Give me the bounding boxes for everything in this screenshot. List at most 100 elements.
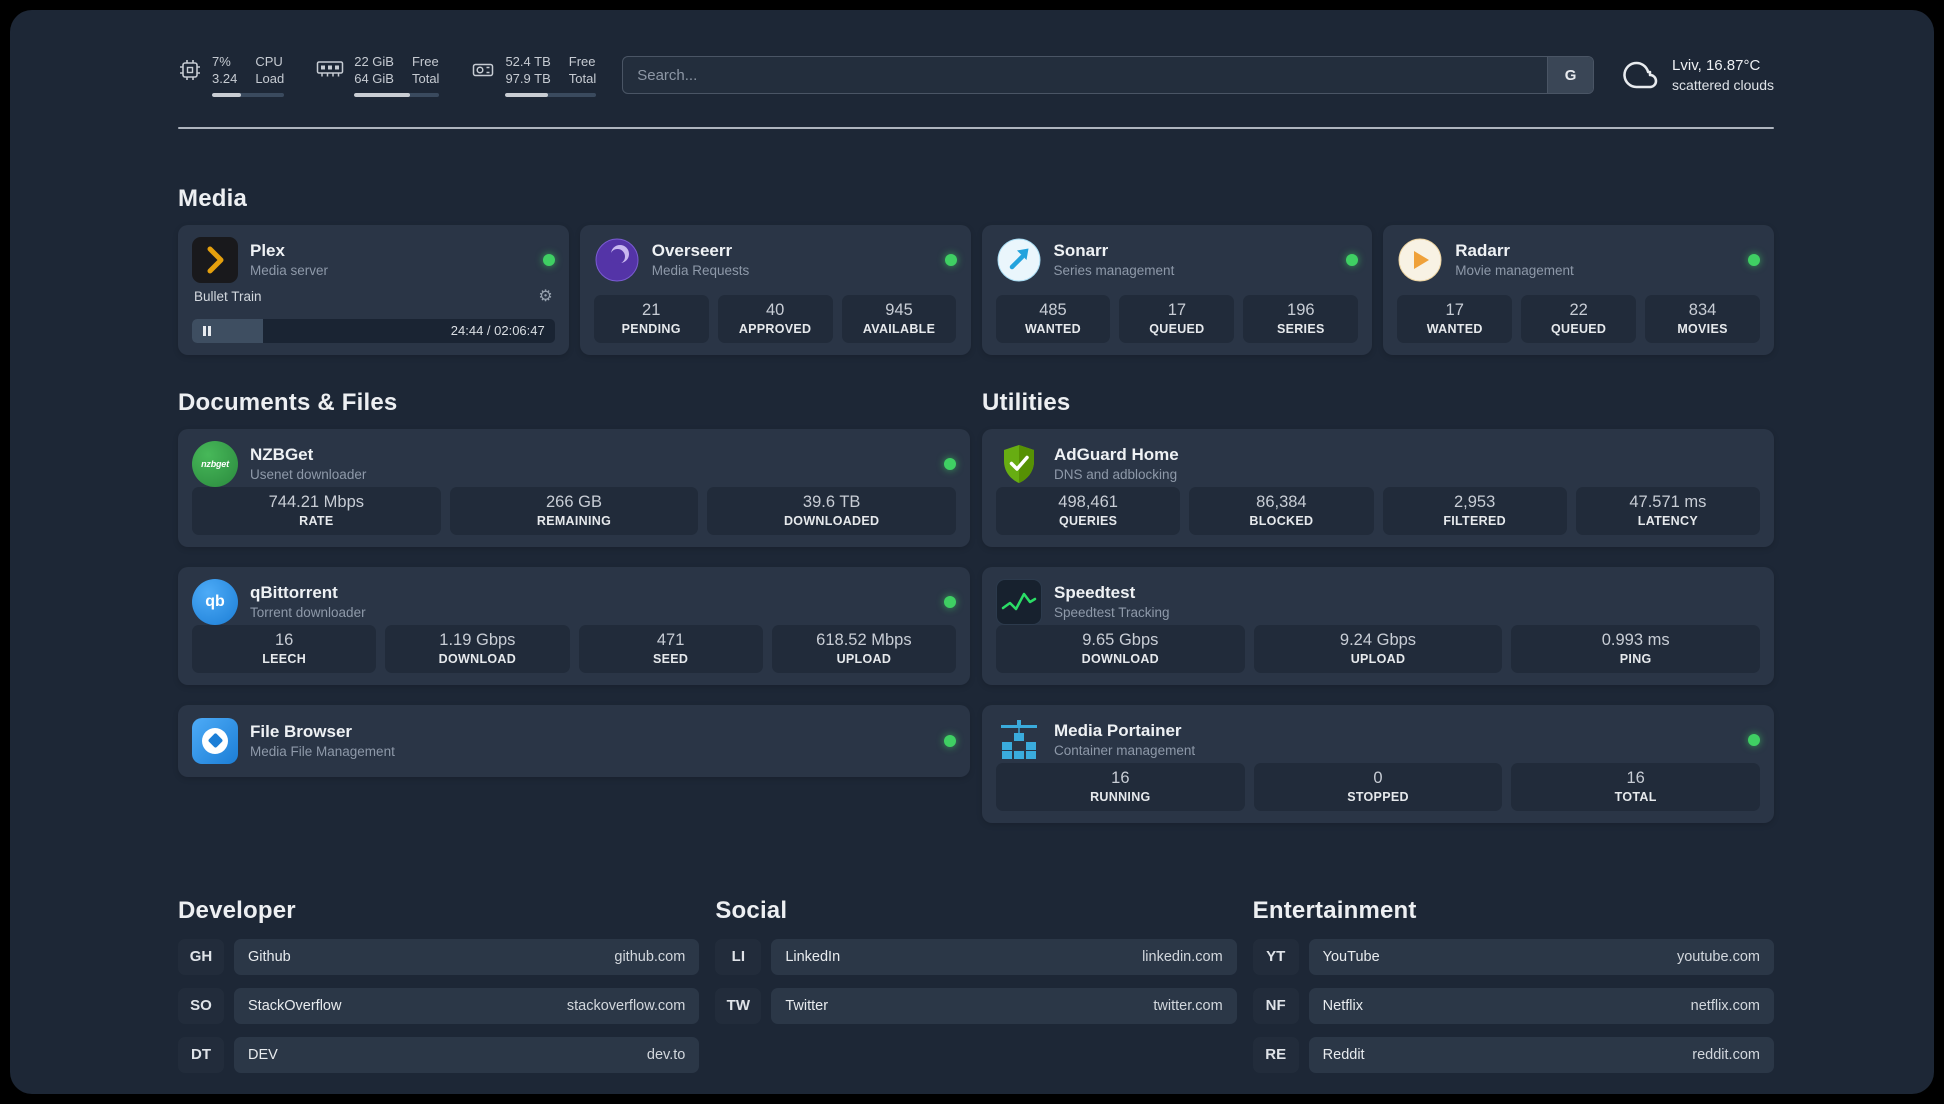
link-name: StackOverflow — [248, 997, 342, 1014]
section-title-media: Media — [178, 184, 248, 212]
adguard-card[interactable]: AdGuard Home DNS and adblocking 498,461 … — [982, 428, 1774, 547]
sonarr-card[interactable]: Sonarr Series management 485 WANTED 17 Q… — [981, 224, 1373, 355]
qbittorrent-card[interactable]: qb qBittorrent Torrent downloader 16 LEE… — [178, 566, 970, 685]
search-bar[interactable]: G — [622, 56, 1595, 95]
card-header: Overseerr Media Requests — [594, 237, 957, 283]
stat-tile: 266 GB REMAINING — [449, 486, 699, 535]
app-subtitle: Movie management — [1455, 263, 1574, 279]
top-bar: 7% 3.24 CPU Load 22 GiB 64 GiB Free Tota… — [178, 54, 1774, 97]
overseerr-icon — [594, 237, 640, 283]
stat-tile: 39.6 TB DOWNLOADED — [707, 486, 956, 535]
radarr-card[interactable]: Radarr Movie management 17 WANTED 22 QUE… — [1383, 224, 1774, 355]
stat-label: LEECH — [262, 652, 307, 667]
system-monitors: 7% 3.24 CPU Load 22 GiB 64 GiB Free Tota… — [178, 54, 597, 97]
link-twitter[interactable]: TW Twitter twitter.com — [715, 987, 1237, 1024]
link-name: YouTube — [1322, 948, 1380, 965]
section-title-documents: Documents & Files — [178, 388, 398, 416]
weather-condition: scattered clouds — [1672, 77, 1774, 94]
app-name: Media Portainer — [1054, 721, 1182, 741]
section-title-social: Social — [715, 896, 788, 924]
cpu-monitor: 7% 3.24 CPU Load — [178, 54, 285, 97]
stat-label: FILTERED — [1443, 514, 1506, 529]
app-titles: qBittorrent Torrent downloader — [250, 583, 366, 620]
app-name: Plex — [250, 241, 285, 261]
memory-readout: 22 GiB 64 GiB Free Total — [354, 54, 440, 97]
link-name: Github — [248, 948, 291, 965]
link-netflix[interactable]: NF Netflix netflix.com — [1252, 987, 1774, 1024]
stat-value: 0.993 ms — [1601, 631, 1670, 650]
search-engine-button[interactable]: G — [1547, 57, 1594, 94]
section-title-entertainment: Entertainment — [1252, 896, 1417, 924]
stat-label: WANTED — [1024, 322, 1081, 337]
link-bar: DEV dev.to — [234, 1036, 700, 1073]
link-youtube[interactable]: YT YouTube youtube.com — [1252, 938, 1774, 975]
app-subtitle: Media server — [250, 263, 329, 279]
stat-label: PING — [1619, 652, 1652, 667]
cpu-progress-bar — [212, 92, 285, 97]
card-header: Media Portainer Container management — [996, 717, 1760, 763]
stat-tile: 21 PENDING — [593, 294, 709, 343]
dashboard: 7% 3.24 CPU Load 22 GiB 64 GiB Free Tota… — [10, 10, 1934, 1094]
stat-value: 196 — [1287, 301, 1315, 320]
portainer-card[interactable]: Media Portainer Container management 16 … — [982, 704, 1774, 823]
disk-progress-bar — [505, 92, 597, 97]
plex-card[interactable]: Plex Media server Bullet Train ⚙ 24:44 /… — [178, 224, 569, 355]
gear-icon[interactable]: ⚙ — [538, 288, 552, 305]
playback-time: 24:44 / 02:06:47 — [450, 323, 545, 339]
link-dev[interactable]: DT DEV dev.to — [178, 1036, 700, 1073]
link-name: Netflix — [1322, 997, 1363, 1014]
card-header: AdGuard Home DNS and adblocking — [996, 441, 1760, 487]
stat-label: RUNNING — [1090, 790, 1151, 805]
stat-label: QUEUED — [1550, 322, 1607, 337]
stat-tile: 9.24 Gbps UPLOAD — [1253, 624, 1503, 673]
stat-value: 618.52 Mbps — [816, 631, 912, 650]
nzbget-card[interactable]: nzbget NZBGet Usenet downloader 744.21 M… — [178, 428, 970, 547]
stat-tile: 40 APPROVED — [717, 294, 833, 343]
link-bar: StackOverflow stackoverflow.com — [234, 987, 700, 1024]
link-badge: GH — [178, 938, 224, 975]
stat-tile: 16 TOTAL — [1511, 762, 1760, 811]
link-bar: Github github.com — [234, 938, 700, 975]
memory-progress-bar — [354, 92, 440, 97]
memory-monitor: 22 GiB 64 GiB Free Total — [316, 54, 440, 97]
stat-value: 22 — [1569, 301, 1588, 320]
now-playing-row: Bullet Train ⚙ — [192, 283, 555, 311]
stat-value: 17 — [1445, 301, 1464, 320]
stat-label: STOPPED — [1347, 790, 1409, 805]
disk-monitor: 52.4 TB 97.9 TB Free Total — [471, 54, 597, 97]
stat-value: 266 GB — [546, 493, 602, 512]
stat-value: 744.21 Mbps — [268, 493, 365, 512]
overseerr-card[interactable]: Overseerr Media Requests 21 PENDING 40 A… — [579, 224, 971, 355]
link-stackoverflow[interactable]: SO StackOverflow stackoverflow.com — [178, 987, 700, 1024]
speedtest-card[interactable]: Speedtest Speedtest Tracking 9.65 Gbps D… — [982, 566, 1774, 685]
memory-total-value: 64 GiB — [354, 70, 394, 86]
cpu-readout: 7% 3.24 CPU Load — [212, 54, 285, 97]
search-input[interactable] — [623, 57, 1548, 94]
status-dot — [944, 595, 956, 608]
card-header: Sonarr Series management — [996, 237, 1359, 283]
stat-label: UPLOAD — [836, 652, 892, 667]
stat-label: AVAILABLE — [862, 322, 936, 337]
stat-label: QUEUED — [1149, 322, 1205, 337]
link-url: github.com — [614, 948, 686, 965]
stat-label: SERIES — [1276, 322, 1325, 337]
app-titles: File Browser Media File Management — [250, 722, 395, 759]
link-reddit[interactable]: RE Reddit reddit.com — [1252, 1036, 1774, 1073]
app-titles: Sonarr Series management — [1054, 241, 1175, 278]
link-badge: DT — [178, 1036, 224, 1073]
filebrowser-card[interactable]: File Browser Media File Management — [178, 704, 970, 777]
stat-value: 21 — [642, 301, 661, 320]
playback-progress-bar[interactable]: 24:44 / 02:06:47 — [192, 318, 555, 343]
stat-value: 17 — [1167, 301, 1187, 320]
link-github[interactable]: GH Github github.com — [178, 938, 700, 975]
nzbget-icon: nzbget — [192, 440, 238, 487]
status-dot — [944, 457, 956, 470]
pause-icon[interactable] — [202, 325, 212, 336]
stat-tile: 22 QUEUED — [1521, 294, 1637, 343]
link-badge: NF — [1252, 987, 1299, 1024]
cloud-icon — [1620, 57, 1662, 93]
status-dot — [1346, 253, 1359, 266]
link-linkedin[interactable]: LI LinkedIn linkedin.com — [715, 938, 1237, 975]
app-subtitle: Series management — [1053, 263, 1175, 279]
link-bar: Twitter twitter.com — [771, 987, 1237, 1024]
